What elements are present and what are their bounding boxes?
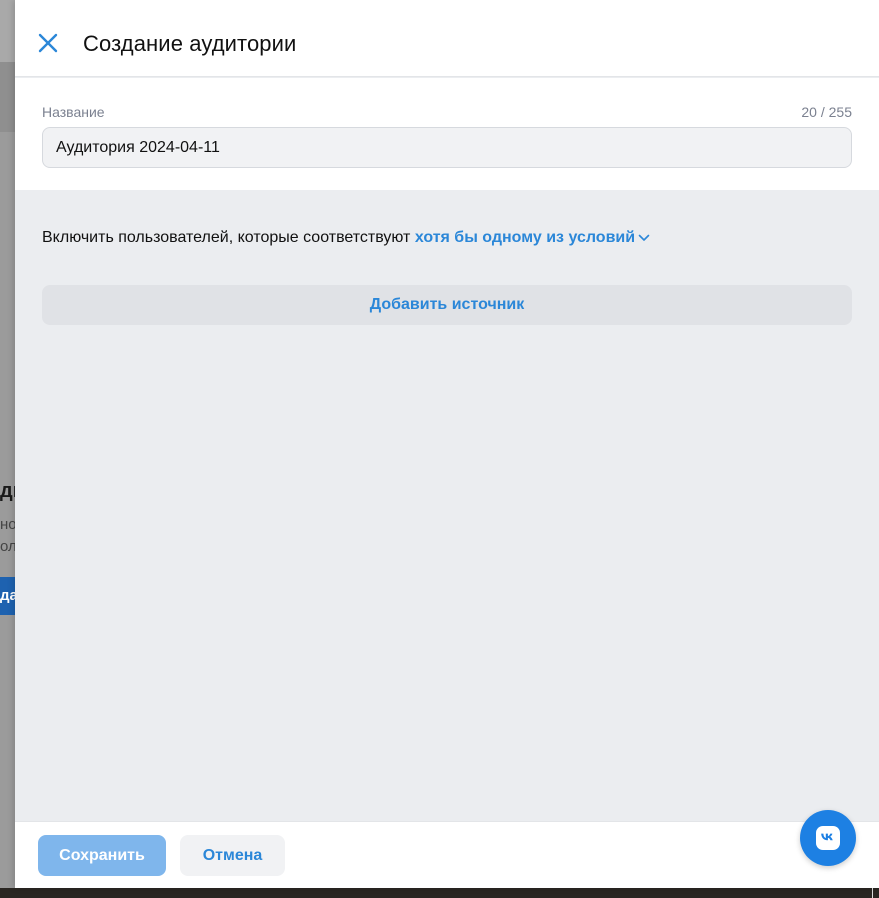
close-button[interactable] <box>35 30 61 56</box>
chevron-down-icon <box>638 234 650 241</box>
page-title: Создание аудитории <box>83 31 297 56</box>
save-button[interactable]: Сохранить <box>38 835 166 876</box>
background-text-fragment: но <box>0 516 15 533</box>
panel-header: Создание аудитории <box>15 0 879 77</box>
conditions-selector[interactable]: хотя бы одному из условий <box>415 229 650 247</box>
conditions-row: Включить пользователей, которые соответс… <box>42 229 650 247</box>
taskbar-edge <box>872 888 873 898</box>
add-source-button[interactable]: Добавить источник <box>42 285 852 325</box>
conditions-prefix: Включить пользователей, которые соответс… <box>42 229 415 246</box>
background-button-fragment: дат <box>0 577 15 615</box>
name-char-counter: 20 / 255 <box>801 104 852 120</box>
cancel-button[interactable]: Отмена <box>180 835 285 876</box>
name-section: Название 20 / 255 <box>15 78 879 190</box>
background-band <box>0 62 15 132</box>
vk-chat-button[interactable] <box>800 810 856 866</box>
background-text-fragment: ол <box>0 538 15 555</box>
background-header <box>0 0 15 62</box>
background-title-fragment: ди <box>0 480 15 502</box>
audience-name-input[interactable] <box>42 127 852 168</box>
panel-footer: Сохранить Отмена <box>15 821 879 888</box>
close-icon <box>38 33 58 53</box>
vk-logo-icon <box>816 826 840 850</box>
name-field-label: Название <box>42 104 105 120</box>
taskbar <box>0 888 879 898</box>
create-audience-panel: Создание аудитории Название 20 / 255 Вкл… <box>15 0 879 888</box>
conditions-selector-label: хотя бы одному из условий <box>414 229 636 246</box>
